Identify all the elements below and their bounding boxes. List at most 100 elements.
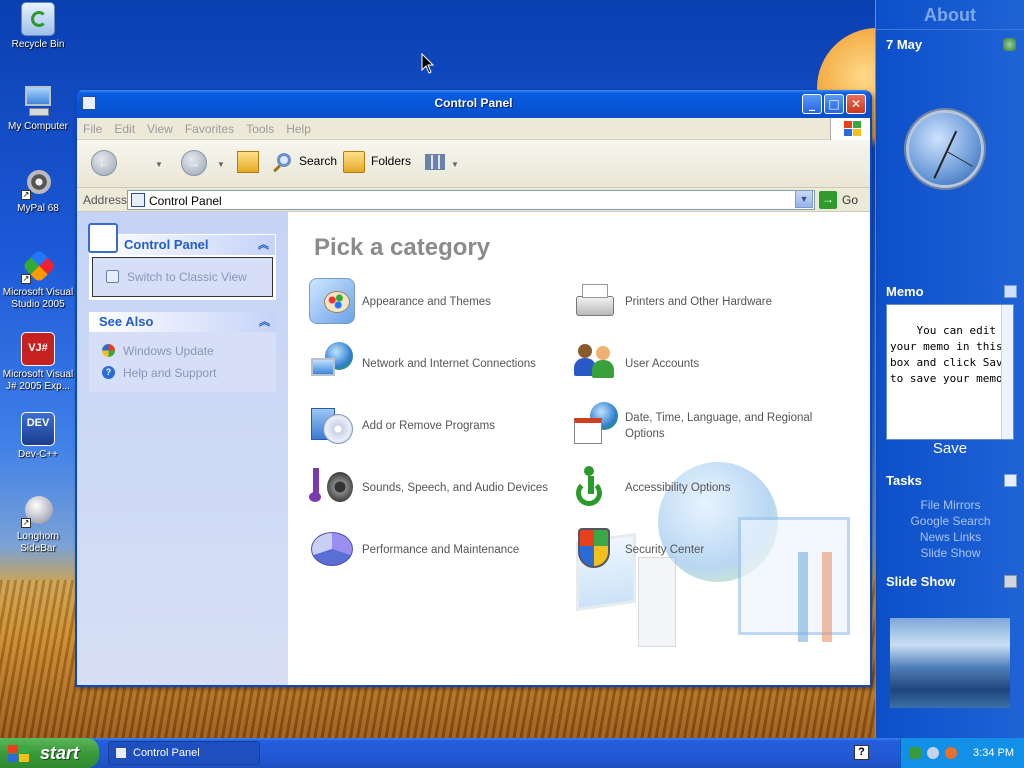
memo-save-button[interactable]: Save (886, 440, 1014, 457)
help-and-support-link[interactable]: ? Help and Support (99, 362, 270, 384)
address-value: Control Panel (149, 194, 222, 208)
address-label: Address (83, 193, 128, 207)
folders-icon[interactable] (343, 151, 365, 173)
menu-tools[interactable]: Tools (240, 118, 280, 136)
category-appearance-themes[interactable]: Appearance and Themes (309, 278, 569, 330)
longhorn-sidebar-icon: ↗ (21, 494, 55, 528)
tray-network-icon[interactable] (909, 747, 921, 759)
category-user-accounts[interactable]: User Accounts (572, 340, 832, 392)
desktop-icon-longhorn-sidebar[interactable]: ↗ Longhorn SideBar (0, 494, 76, 555)
category-sounds-audio[interactable]: Sounds, Speech, and Audio Devices (309, 464, 569, 516)
desktop-icon-dev-cpp[interactable]: DEV Dev-C++ (0, 412, 76, 461)
memo-text: You can edit your memo in this box and c… (890, 324, 1010, 385)
tasks-icon[interactable] (1004, 474, 1017, 487)
search-icon[interactable] (273, 151, 295, 173)
close-button[interactable]: ✕ (846, 94, 866, 114)
category-printers-hardware[interactable]: Printers and Other Hardware (572, 278, 832, 330)
start-label: start (40, 743, 80, 763)
views-dropdown-arrow-icon[interactable]: ▼ (451, 160, 459, 169)
menu-view[interactable]: View (141, 118, 179, 136)
category-label: Network and Internet Connections (362, 358, 536, 370)
sidebar-tasks-header: Tasks (876, 470, 1024, 492)
category-label: Printers and Other Hardware (625, 296, 773, 308)
up-folder-icon[interactable] (237, 151, 259, 173)
windows-update-icon (102, 344, 115, 357)
category-performance-maintenance[interactable]: Performance and Maintenance (309, 526, 569, 578)
category-label: User Accounts (625, 358, 700, 370)
views-icon[interactable] (425, 154, 445, 170)
category-date-time-language[interactable]: Date, Time, Language, and Regional Optio… (572, 402, 832, 454)
clock-minute-hand (933, 150, 948, 179)
category-pane: Pick a category Appearance and Themes Pr… (288, 212, 870, 685)
category-label: Date, Time, Language, and Regional Optio… (625, 412, 813, 440)
window-titlebar[interactable]: Control Panel _ □ ✕ (77, 90, 870, 118)
desktop-icon-label: Longhorn SideBar (16, 531, 60, 554)
see-also-header[interactable]: See Also ︽ (89, 312, 276, 332)
slideshow-image[interactable] (890, 618, 1010, 708)
category-network-internet[interactable]: Network and Internet Connections (309, 340, 569, 392)
clock-settings-icon[interactable] (1003, 38, 1016, 51)
collapse-chevron-icon[interactable]: ︽ (259, 312, 270, 332)
help-icon: ? (102, 366, 115, 379)
task-link-news-links[interactable]: News Links (876, 529, 1024, 545)
windows-update-link[interactable]: Windows Update (99, 340, 270, 362)
go-button[interactable]: Go (842, 193, 858, 207)
desktop-icon-my-computer[interactable]: My Computer (0, 84, 76, 133)
forward-dropdown-arrow-icon[interactable]: ▼ (217, 160, 225, 169)
mypal-raccoon-icon: ↗ (21, 166, 55, 200)
tray-sidebar-icon[interactable] (927, 747, 939, 759)
memo-note-icon[interactable] (1004, 285, 1017, 298)
category-label: Appearance and Themes (362, 296, 491, 308)
desktop-icon-visual-studio[interactable]: ↗ Microsoft Visual Studio 2005 (0, 249, 76, 311)
toolbar: ← ▼ → ▼ Search Folders ▼ (77, 140, 870, 188)
go-arrow-icon[interactable]: → (819, 191, 837, 209)
menu-help[interactable]: Help (280, 118, 317, 136)
shortcut-arrow-icon: ↗ (21, 518, 31, 528)
category-add-remove-programs[interactable]: Add or Remove Programs (309, 402, 569, 454)
back-dropdown-arrow-icon[interactable]: ▼ (155, 160, 163, 169)
sounds-audio-icon (309, 464, 355, 510)
task-link-google-search[interactable]: Google Search (876, 513, 1024, 529)
forward-button[interactable]: → (181, 150, 207, 176)
category-accessibility[interactable]: Accessibility Options (572, 464, 832, 516)
task-link-slide-show[interactable]: Slide Show (876, 545, 1024, 561)
task-link-file-mirrors[interactable]: File Mirrors (876, 497, 1024, 513)
search-button[interactable]: Search (299, 154, 337, 168)
clock-second-hand (946, 151, 973, 167)
shortcut-arrow-icon: ↗ (21, 190, 31, 200)
tray-search-icon[interactable] (945, 747, 957, 759)
desktop-icon-recycle-bin[interactable]: Recycle Bin (0, 2, 76, 51)
desktop-icon-visual-jsharp[interactable]: VJ# Microsoft Visual J# 2005 Exp... (0, 332, 76, 393)
slideshow-icon[interactable] (1004, 575, 1017, 588)
my-computer-icon (21, 84, 55, 118)
maximize-button[interactable]: □ (824, 94, 844, 114)
category-security-center[interactable]: Security Center (572, 526, 832, 578)
menu-edit[interactable]: Edit (108, 118, 141, 136)
minimize-button[interactable]: _ (802, 94, 822, 114)
help-icon[interactable]: ? (854, 745, 869, 760)
start-button[interactable]: start (0, 738, 99, 768)
desktop-icon-mypal[interactable]: ↗ MyPal 68 (0, 166, 76, 215)
collapse-chevron-icon[interactable]: ︽ (258, 235, 269, 255)
taskbar-button-control-panel[interactable]: Control Panel (108, 741, 260, 765)
accessibility-icon (572, 464, 618, 510)
sidebar-about[interactable]: About (876, 0, 1024, 30)
control-panel-small-icon (131, 193, 145, 207)
control-panel-box-header[interactable]: Control Panel ︽ (88, 223, 275, 255)
windows-update-label: Windows Update (123, 344, 214, 358)
performance-maintenance-icon (309, 526, 355, 572)
control-panel-box-body: Switch to Classic View (92, 257, 273, 297)
analog-clock (906, 110, 984, 188)
memo-textarea[interactable]: You can edit your memo in this box and c… (886, 304, 1014, 440)
desktop-icon-label: Microsoft Visual J# 2005 Exp... (2, 369, 74, 392)
back-button[interactable]: ← (91, 150, 117, 176)
folders-button[interactable]: Folders (371, 154, 411, 168)
address-input[interactable]: Control Panel (127, 190, 815, 210)
memo-scrollbar[interactable] (1001, 305, 1013, 439)
menu-file[interactable]: File (77, 118, 108, 136)
add-remove-programs-icon (309, 402, 355, 448)
switch-to-classic-view-link[interactable]: Switch to Classic View (103, 266, 266, 288)
address-dropdown-arrow-icon[interactable]: ▼ (795, 190, 813, 208)
menu-favorites[interactable]: Favorites (179, 118, 240, 136)
tray-clock[interactable]: 3:34 PM (973, 747, 1014, 759)
